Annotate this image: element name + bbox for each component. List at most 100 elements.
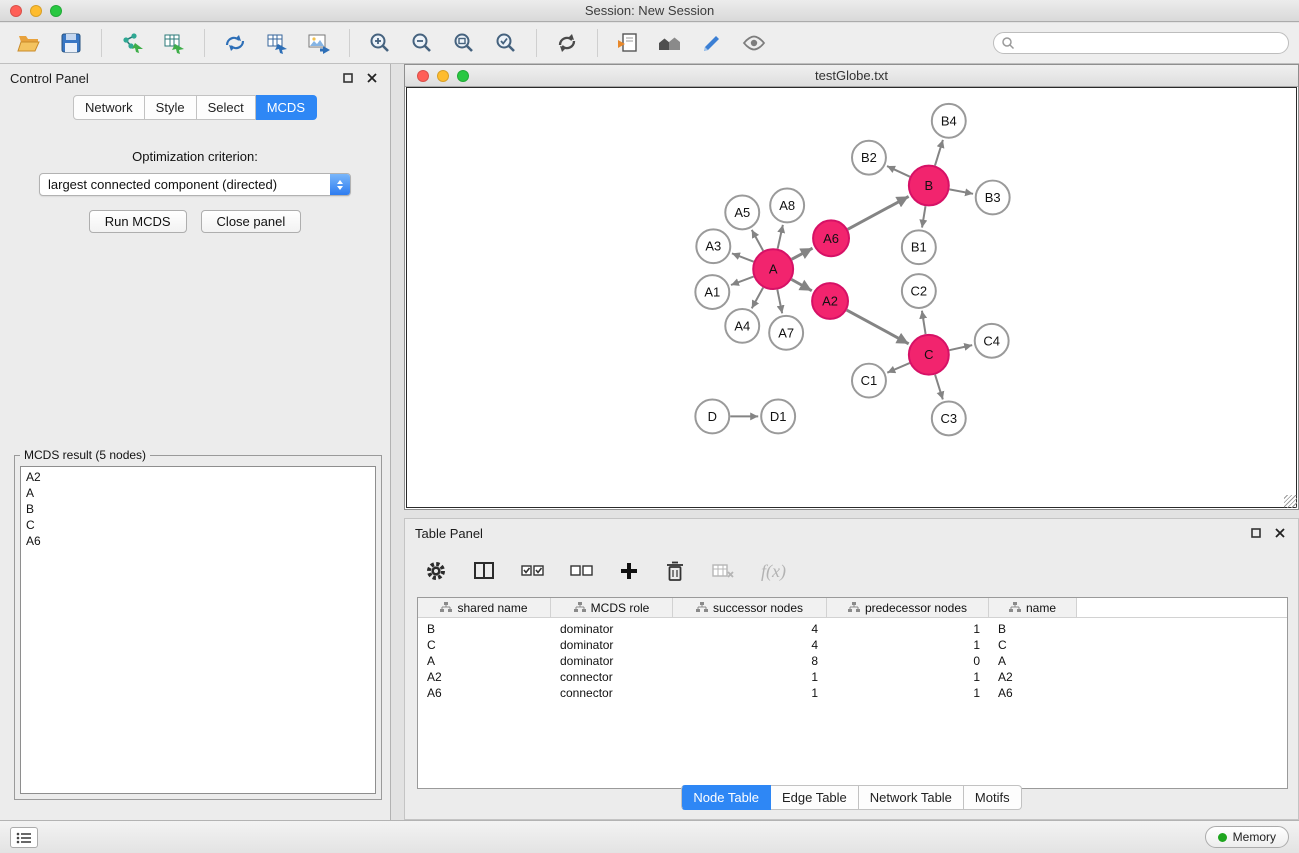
node-C2[interactable]: C2 [902,274,936,308]
zoom-fit-button[interactable] [445,27,483,59]
node-B3[interactable]: B3 [976,181,1010,215]
float-panel-button[interactable] [340,70,356,86]
table-row[interactable]: A2connector11A2 [418,669,1287,685]
select-all-button[interactable] [521,562,544,580]
tab-mcds[interactable]: MCDS [256,95,317,120]
edge-A-A8[interactable] [778,225,783,249]
node-A8[interactable]: A8 [770,189,804,223]
tab-style[interactable]: Style [145,95,197,120]
node-C4[interactable]: C4 [975,324,1009,358]
split-panel-button[interactable] [473,560,495,582]
tab-motifs[interactable]: Motifs [964,785,1022,810]
tab-node-table[interactable]: Node Table [681,785,771,810]
result-item[interactable]: B [26,501,370,517]
table-row[interactable]: Adominator80A [418,653,1287,669]
table-row[interactable]: Cdominator41C [418,637,1287,653]
home-button[interactable] [651,27,689,59]
column-header-mcds-role[interactable]: MCDS role [551,598,673,617]
tab-network[interactable]: Network [73,95,145,120]
edge-A2-C[interactable] [847,310,909,344]
result-item[interactable]: A6 [26,533,370,549]
add-column-button[interactable] [619,561,639,581]
delete-column-button[interactable] [665,560,685,582]
float-table-panel-button[interactable] [1248,525,1264,541]
edge-B-B1[interactable] [922,206,925,227]
tab-network-table[interactable]: Network Table [859,785,964,810]
network-canvas[interactable]: B4B2BB3A8A5A6A3B1AC2A1A2A4A7C4CC1DD1C3 [406,87,1297,508]
edge-A6-B[interactable] [848,196,909,229]
close-network-window-button[interactable] [417,70,429,82]
export-image-button[interactable] [300,27,338,59]
task-history-button[interactable] [10,827,38,848]
tab-edge-table[interactable]: Edge Table [771,785,859,810]
node-B1[interactable]: B1 [902,230,936,264]
close-window-button[interactable] [10,5,22,17]
zoom-in-button[interactable] [361,27,399,59]
node-A1[interactable]: A1 [695,275,729,309]
resize-grip[interactable] [1284,495,1297,508]
node-B4[interactable]: B4 [932,104,966,138]
neighbors-button[interactable] [609,27,647,59]
tab-select[interactable]: Select [197,95,256,120]
edge-A-A3[interactable] [732,253,754,261]
delete-table-button[interactable] [711,561,735,581]
export-table-button[interactable] [258,27,296,59]
edge-C-C4[interactable] [949,345,972,350]
search-input[interactable] [993,32,1289,54]
mcds-result-list[interactable]: A2ABCA6 [20,466,376,794]
table-row[interactable]: Bdominator41B [418,621,1287,637]
node-C3[interactable]: C3 [932,402,966,436]
memory-button[interactable]: Memory [1205,826,1289,848]
result-item[interactable]: A2 [26,469,370,485]
node-D1[interactable]: D1 [761,400,795,434]
minimize-window-button[interactable] [30,5,42,17]
column-header-successor-nodes[interactable]: successor nodes [673,598,827,617]
edge-A-A1[interactable] [731,277,754,285]
zoom-network-window-button[interactable] [457,70,469,82]
paint-button[interactable] [693,27,731,59]
node-C[interactable]: C [909,335,949,375]
import-table-button[interactable] [155,27,193,59]
function-builder-button[interactable]: f(x) [761,561,786,582]
zoom-window-button[interactable] [50,5,62,17]
table-row[interactable]: A6connector11A6 [418,685,1287,701]
result-item[interactable]: A [26,485,370,501]
edge-B-B4[interactable] [935,140,943,166]
minimize-network-window-button[interactable] [437,70,449,82]
node-A[interactable]: A [753,249,793,289]
show-details-button[interactable] [735,27,773,59]
edge-B-B2[interactable] [887,166,910,177]
node-B[interactable]: B [909,166,949,206]
node-A3[interactable]: A3 [696,229,730,263]
close-panel-button[interactable] [364,70,380,86]
edge-A-A7[interactable] [777,290,782,314]
refresh-button[interactable] [548,27,586,59]
edge-A-A5[interactable] [752,230,763,251]
node-A5[interactable]: A5 [725,195,759,229]
edge-A-A6[interactable] [792,248,813,259]
edge-A-A4[interactable] [752,287,763,308]
node-A7[interactable]: A7 [769,316,803,350]
new-network-button[interactable] [216,27,254,59]
edge-B-B3[interactable] [949,189,973,193]
edge-C-C1[interactable] [887,363,909,373]
column-header-shared-name[interactable]: shared name [418,598,551,617]
result-item[interactable]: C [26,517,370,533]
zoom-out-button[interactable] [403,27,441,59]
close-table-panel-button[interactable] [1272,525,1288,541]
close-panel-action-button[interactable]: Close panel [201,210,302,233]
unselect-all-button[interactable] [570,562,593,580]
import-network-button[interactable] [113,27,151,59]
table-settings-button[interactable] [425,560,447,582]
edge-C-C3[interactable] [935,375,943,400]
edge-C-C2[interactable] [922,311,926,334]
network-graph[interactable]: B4B2BB3A8A5A6A3B1AC2A1A2A4A7C4CC1DD1C3 [407,88,1296,507]
zoom-selected-button[interactable] [487,27,525,59]
edge-A-A2[interactable] [791,279,811,290]
node-C1[interactable]: C1 [852,364,886,398]
node-A4[interactable]: A4 [725,309,759,343]
column-header-name[interactable]: name [989,598,1077,617]
node-D[interactable]: D [695,400,729,434]
save-session-button[interactable] [52,27,90,59]
node-A2[interactable]: A2 [812,283,848,319]
